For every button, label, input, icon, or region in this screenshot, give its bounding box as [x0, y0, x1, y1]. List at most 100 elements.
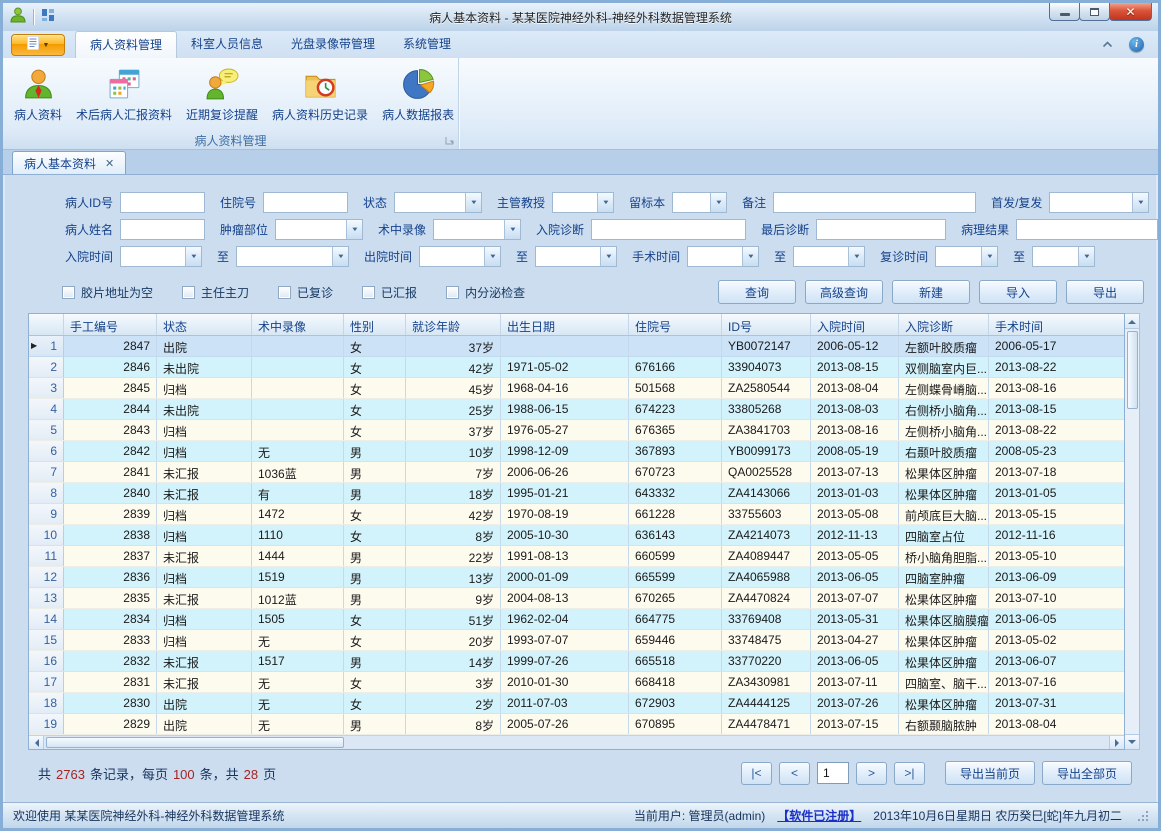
tumor-site-select[interactable]	[275, 219, 363, 240]
column-header-id-no[interactable]: ID号	[722, 314, 811, 335]
minimize-button[interactable]	[1049, 3, 1080, 21]
ribbon-tab-system-mgmt[interactable]: 系统管理	[389, 31, 465, 58]
intraop-video-select[interactable]	[433, 219, 521, 240]
info-icon[interactable]: i	[1129, 37, 1144, 52]
scroll-down-icon[interactable]	[1125, 734, 1139, 749]
ribbon-item-revisit-reminder[interactable]: 近期复诊提醒	[179, 61, 265, 130]
export-current-page-button[interactable]: 导出当前页	[945, 761, 1035, 785]
revisit-date-to-select[interactable]	[1032, 246, 1095, 267]
prev-page-button[interactable]: <	[779, 762, 810, 785]
resize-grip[interactable]	[1138, 811, 1148, 821]
software-registered-link[interactable]: 【软件已注册】	[777, 807, 861, 824]
column-header-birth-date[interactable]: 出生日期	[501, 314, 629, 335]
table-row[interactable]: 112837未汇报1444男22岁1991-08-13660599ZA40894…	[29, 546, 1124, 567]
revisit-date-from-select[interactable]	[935, 246, 998, 267]
table-row[interactable]: 42844未出院女25岁1988-06-15674223338052682013…	[29, 399, 1124, 420]
table-row[interactable]: 72841未汇报1036蓝男7岁2006-06-26670723QA002552…	[29, 462, 1124, 483]
table-row[interactable]: ▶12847出院女37岁YB00721472006-05-12左额叶胶质瘤200…	[29, 336, 1124, 357]
title-bar[interactable]: 病人基本资料 - 某某医院神经外科-神经外科数据管理系统 ✕	[3, 3, 1158, 31]
maximize-button[interactable]	[1079, 3, 1110, 21]
table-row[interactable]: 192829出院无男8岁2005-07-26670895ZA4478471201…	[29, 714, 1124, 735]
table-row[interactable]: 102838归档1110女8岁2005-10-30636143ZA4214073…	[29, 525, 1124, 546]
table-row[interactable]: 132835未汇报1012蓝男9岁2004-08-13670265ZA44708…	[29, 588, 1124, 609]
quick-access-icon[interactable]	[40, 7, 56, 28]
export-button[interactable]: 导出	[1066, 280, 1144, 304]
surgery-date-to-select[interactable]	[793, 246, 865, 267]
next-page-button[interactable]: >	[856, 762, 887, 785]
vertical-scrollbar[interactable]	[1125, 313, 1140, 750]
table-row[interactable]: 92839归档1472女42岁1970-08-19661228337556032…	[29, 504, 1124, 525]
table-row[interactable]: 182830出院无女2岁2011-07-03672903ZA4444125201…	[29, 693, 1124, 714]
column-header-admission-no[interactable]: 住院号	[629, 314, 722, 335]
column-header-manual-no[interactable]: 手工编号	[64, 314, 157, 335]
column-header-age-at-visit[interactable]: 就诊年龄	[406, 314, 501, 335]
table-row[interactable]: 52843归档女37岁1976-05-27676365ZA38417032013…	[29, 420, 1124, 441]
checkbox-revisited[interactable]: 已复诊	[278, 284, 333, 301]
table-row[interactable]: 122836归档1519男13岁2000-01-09665599ZA406598…	[29, 567, 1124, 588]
last-page-button[interactable]: >|	[894, 762, 925, 785]
professor-select[interactable]	[552, 192, 614, 213]
app-menu-button[interactable]: ▼	[11, 34, 65, 56]
table-row[interactable]: 172831未汇报无女3岁2010-01-30668418ZA343098120…	[29, 672, 1124, 693]
surgery-date-from-select[interactable]	[687, 246, 759, 267]
table-row[interactable]: 162832未汇报1517男14岁1999-07-266655183377022…	[29, 651, 1124, 672]
table-row[interactable]: 22846未出院女42岁1971-05-02676166339040732013…	[29, 357, 1124, 378]
ribbon-item-patient-history[interactable]: 病人资料历史记录	[265, 61, 375, 130]
table-row[interactable]: 62842归档无男10岁1998-12-09367893YB0099173200…	[29, 441, 1124, 462]
column-header-selector[interactable]	[29, 314, 64, 335]
close-button[interactable]: ✕	[1109, 3, 1152, 21]
horizontal-scrollbar[interactable]	[29, 735, 1124, 749]
tab-patient-basic-info[interactable]: 病人基本资料 ✕	[12, 151, 126, 174]
column-header-status[interactable]: 状态	[157, 314, 252, 335]
import-button[interactable]: 导入	[979, 280, 1057, 304]
scroll-left-icon[interactable]	[29, 736, 44, 749]
dialog-launcher-icon[interactable]	[445, 134, 454, 148]
table-row[interactable]: 32845归档女45岁1968-04-16501568ZA25805442013…	[29, 378, 1124, 399]
first-recur-select[interactable]	[1049, 192, 1149, 213]
ribbon-item-postop-report-data[interactable]: 术后病人汇报资料	[69, 61, 179, 130]
admission-diag-input[interactable]	[591, 219, 746, 240]
query-button[interactable]: 查询	[718, 280, 796, 304]
scroll-right-icon[interactable]	[1109, 736, 1124, 749]
checkbox-chief-surgeon[interactable]: 主任主刀	[182, 284, 249, 301]
checkbox-endocrine-exam[interactable]: 内分泌检查	[446, 284, 525, 301]
table-row[interactable]: 82840未汇报有男18岁1995-01-21643332ZA414306620…	[29, 483, 1124, 504]
pathology-input[interactable]	[1016, 219, 1158, 240]
admission-no-input[interactable]	[263, 192, 348, 213]
new-button[interactable]: 新建	[892, 280, 970, 304]
discharge-date-from-select[interactable]	[419, 246, 501, 267]
column-header-surgery-date[interactable]: 手术时间	[989, 314, 1125, 335]
remark-input[interactable]	[773, 192, 976, 213]
admit-date-from-select[interactable]	[120, 246, 202, 267]
ribbon-item-patient-data[interactable]: 病人资料	[7, 61, 69, 130]
specimen-select[interactable]	[672, 192, 727, 213]
final-diag-input[interactable]	[816, 219, 946, 240]
admit-date-to-select[interactable]	[236, 246, 349, 267]
table-row[interactable]: 152833归档无女20岁1993-07-0765944633748475201…	[29, 630, 1124, 651]
horizontal-scroll-thumb[interactable]	[46, 737, 344, 748]
checkbox-reported[interactable]: 已汇报	[362, 284, 417, 301]
ribbon-tab-dept-staff-info[interactable]: 科室人员信息	[177, 31, 277, 58]
page-number-input[interactable]	[817, 762, 849, 784]
table-row[interactable]: 142834归档1505女51岁1962-02-0466477533769408…	[29, 609, 1124, 630]
export-all-pages-button[interactable]: 导出全部页	[1042, 761, 1132, 785]
advanced-query-button[interactable]: 高级查询	[805, 280, 883, 304]
collapse-ribbon-icon[interactable]	[1102, 35, 1113, 53]
first-page-button[interactable]: |<	[741, 762, 772, 785]
column-header-intraop-video[interactable]: 术中录像	[252, 314, 344, 335]
tab-close-icon[interactable]: ✕	[105, 157, 114, 170]
ribbon-item-patient-data-report[interactable]: 病人数据报表	[375, 61, 461, 130]
column-header-admit-date[interactable]: 入院时间	[811, 314, 899, 335]
checkbox-film-address-empty[interactable]: 胶片地址为空	[62, 284, 153, 301]
ribbon-tab-disc-tape-mgmt[interactable]: 光盘录像带管理	[277, 31, 389, 58]
patient-id-input[interactable]	[120, 192, 205, 213]
vertical-scroll-thumb[interactable]	[1127, 331, 1138, 409]
column-header-admit-diagnosis[interactable]: 入院诊断	[899, 314, 989, 335]
discharge-date-to-select[interactable]	[535, 246, 617, 267]
column-header-gender[interactable]: 性别	[344, 314, 406, 335]
cell-surgery-date: 2013-05-10	[989, 546, 1125, 566]
scroll-up-icon[interactable]	[1125, 314, 1139, 329]
status-select[interactable]	[394, 192, 482, 213]
ribbon-tab-patient-data-mgmt[interactable]: 病人资料管理	[75, 31, 177, 58]
patient-name-input[interactable]	[120, 219, 205, 240]
